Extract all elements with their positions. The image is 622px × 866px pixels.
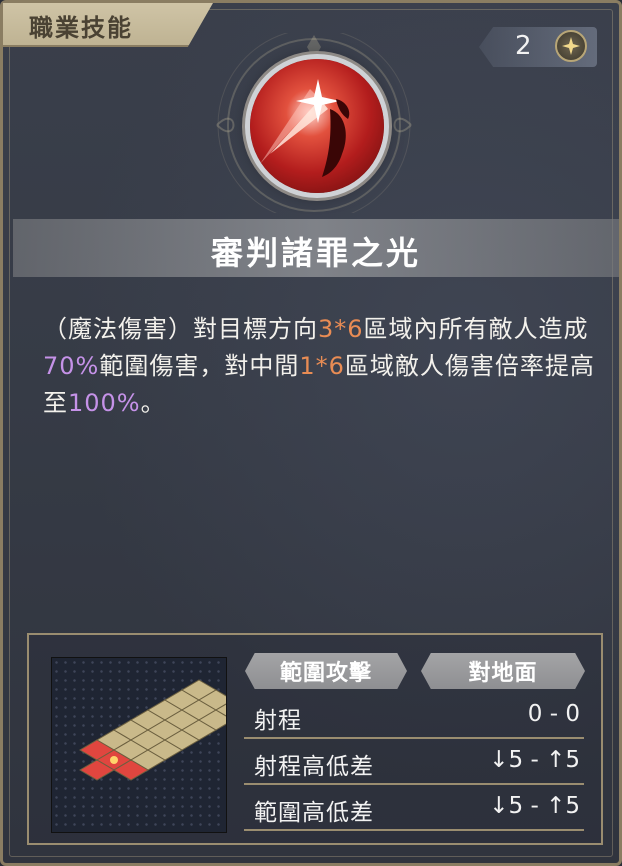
skill-panel: 職業技能 2 審判諸罪之光 （魔法傷害）對目標方向3*6區域內所有敵人造成 70%… <box>0 0 622 866</box>
desc-value-center-area: 1*6 <box>299 352 345 380</box>
desc-value-damage: 70% <box>43 352 100 380</box>
desc-text-2: 區域內所有敵人造成 <box>363 315 589 343</box>
header-label: 職業技能 <box>29 14 133 42</box>
stat-value-range: 0 - 0 <box>527 701 580 727</box>
range-grid-preview <box>51 657 251 833</box>
skill-point-value: 2 <box>515 31 532 61</box>
skill-light-judgement-icon <box>250 59 384 193</box>
desc-text-3: 範圍傷害，對中間 <box>99 352 300 380</box>
stat-value-range-height: ↓5 - ↑5 <box>489 747 580 773</box>
skill-info-box: 範圍攻擊 對地面 射程 0 - 0 射程高低差 ↓5 - ↑5 範圍高低差 ↓5… <box>27 633 603 845</box>
skill-point-counter: 2 <box>479 27 597 67</box>
caster-marker <box>110 756 118 764</box>
range-grid-icon <box>79 679 251 781</box>
skill-description: （魔法傷害）對目標方向3*6區域內所有敵人造成70%範圍傷害，對中間1*6區域敵… <box>43 311 599 422</box>
desc-text-1: （魔法傷害）對目標方向 <box>43 315 318 343</box>
desc-value-multiplier: 100% <box>68 389 141 417</box>
stat-row-range-height: 射程高低差 ↓5 - ↑5 <box>244 743 584 785</box>
desc-value-area: 3*6 <box>318 315 364 343</box>
stat-value-area-height: ↓5 - ↑5 <box>489 793 580 819</box>
desc-text-5: 。 <box>140 389 166 417</box>
stat-label-range-height: 射程高低差 <box>254 754 374 780</box>
stat-label-area-height: 範圍高低差 <box>254 800 374 826</box>
tag-area-attack: 範圍攻擊 <box>245 653 407 689</box>
stat-row-range: 射程 0 - 0 <box>244 697 584 739</box>
tag-ground-target: 對地面 <box>421 653 585 689</box>
skill-title-bar: 審判諸罪之光 <box>13 219 619 277</box>
skill-title: 審判諸罪之光 <box>210 234 421 272</box>
stat-row-area-height: 範圍高低差 ↓5 - ↑5 <box>244 789 584 831</box>
sparkle-icon <box>555 30 587 62</box>
stat-label-range: 射程 <box>254 708 302 734</box>
